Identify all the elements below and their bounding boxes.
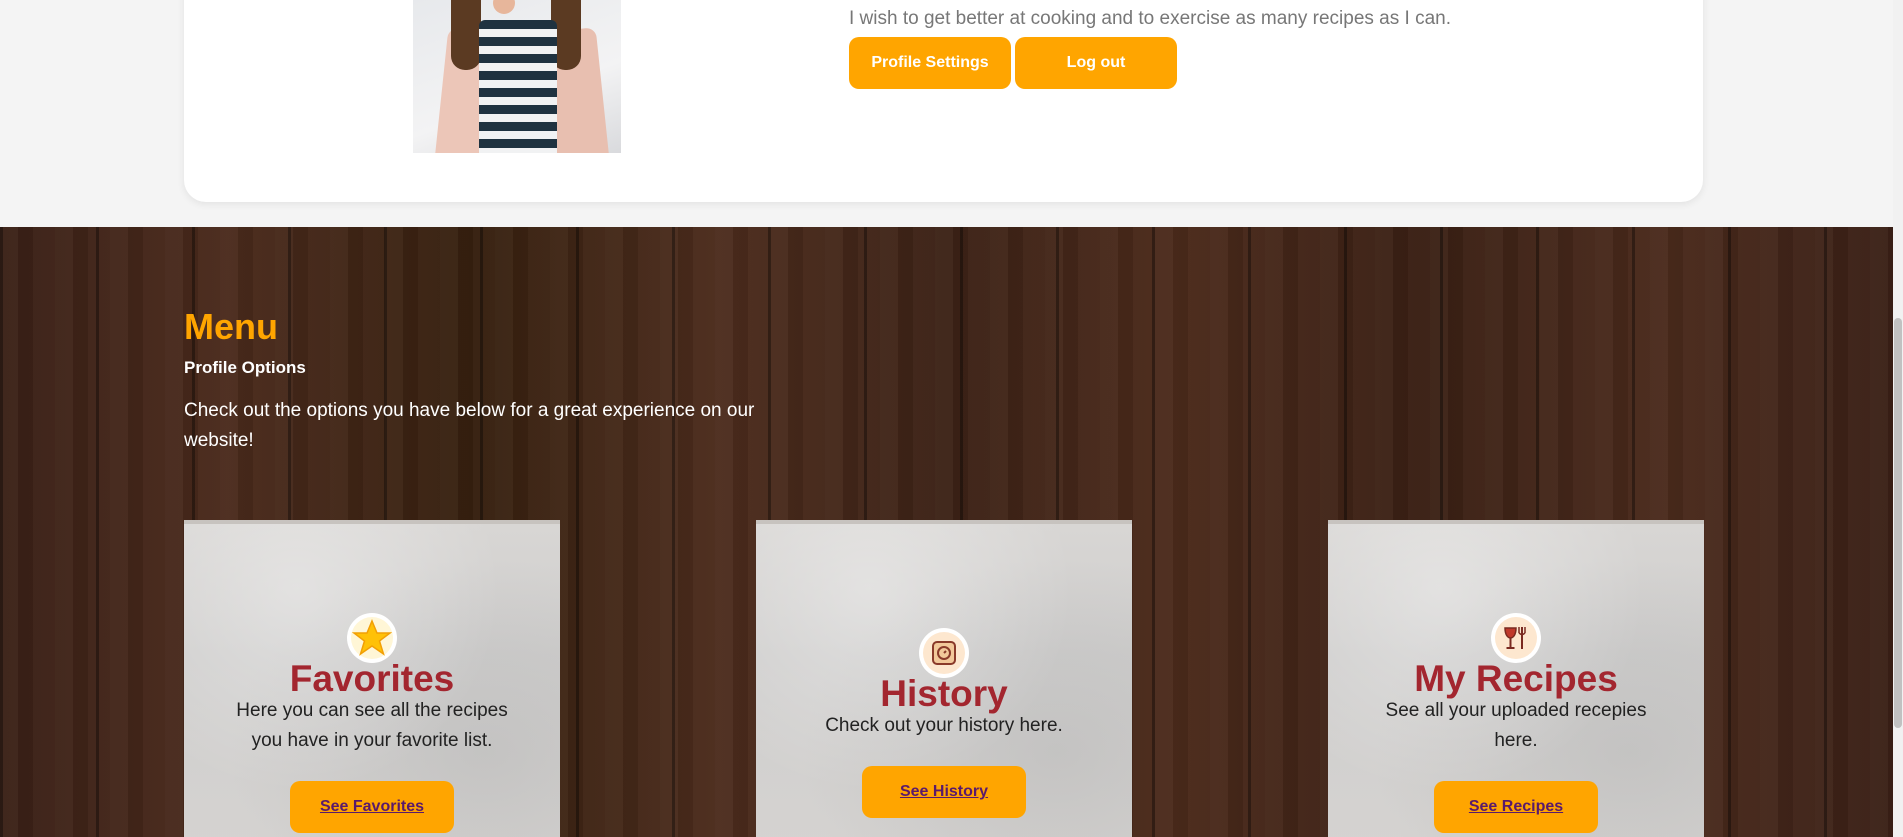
- menu-subtitle: Profile Options: [184, 358, 306, 377]
- favorites-card: Favorites Here you can see all the recip…: [184, 520, 560, 837]
- menu-title: Menu: [184, 306, 278, 347]
- profile-photo: [413, 0, 621, 153]
- wine-fork-icon: [1491, 613, 1541, 663]
- logout-button[interactable]: Log out: [1015, 37, 1177, 89]
- menu-description: Check out the options you have below for…: [184, 400, 755, 451]
- history-card: History Check out your history here. See…: [756, 520, 1132, 837]
- star-icon: [347, 613, 397, 663]
- see-favorites-button[interactable]: See Favorites: [290, 781, 454, 833]
- profile-bio: I wish to get better at cooking and to e…: [849, 8, 1451, 29]
- my-recipes-title: My Recipes: [1414, 658, 1618, 699]
- history-text: Check out your history here.: [825, 715, 1063, 736]
- my-recipes-text: See all your uploaded recepies here.: [1385, 700, 1647, 751]
- history-icon: [919, 628, 969, 678]
- see-recipes-button[interactable]: See Recipes: [1434, 781, 1598, 833]
- scrollbar-thumb[interactable]: [1894, 318, 1902, 728]
- favorites-text: Here you can see all the recipes you hav…: [236, 700, 508, 751]
- my-recipes-card: My Recipes See all your uploaded recepie…: [1328, 520, 1704, 837]
- page-scrollbar[interactable]: [1893, 0, 1903, 837]
- see-history-button[interactable]: See History: [862, 766, 1026, 818]
- history-title: History: [880, 673, 1008, 714]
- favorites-title: Favorites: [289, 658, 455, 699]
- profile-card: I wish to get better at cooking and to e…: [184, 0, 1703, 202]
- profile-settings-button[interactable]: Profile Settings: [849, 37, 1011, 89]
